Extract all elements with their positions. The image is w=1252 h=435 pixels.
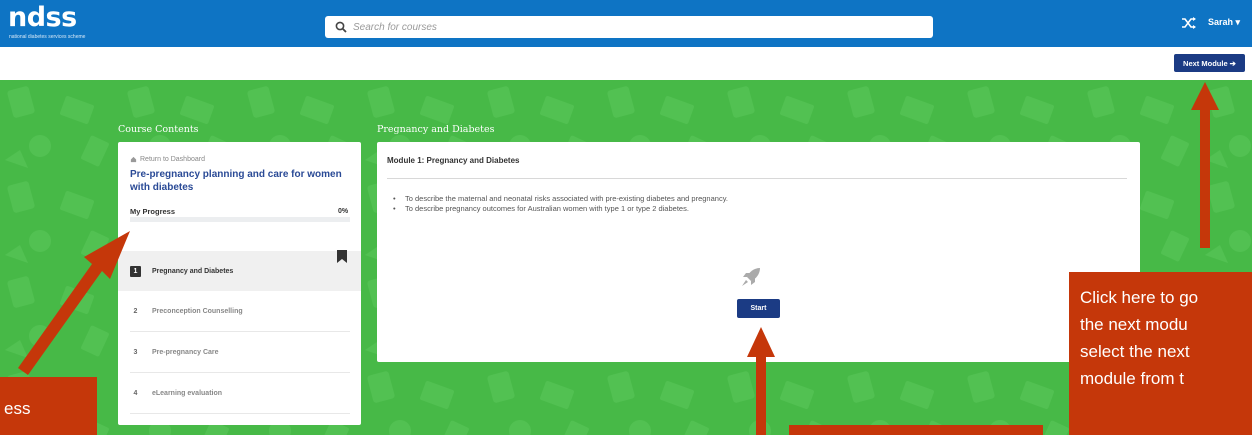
return-label: Return to Dashboard bbox=[140, 156, 205, 163]
next-module-button[interactable]: Next Module ➔ bbox=[1174, 54, 1245, 72]
logo-tagline: national diabetes services scheme bbox=[9, 34, 86, 40]
arrow-up-icon bbox=[747, 327, 775, 435]
divider bbox=[130, 413, 350, 414]
callout-line: ess bbox=[4, 399, 31, 418]
module-item-2[interactable]: 2 Preconception Counselling bbox=[118, 291, 361, 331]
progress-callout: ess bbox=[0, 377, 97, 435]
callout-line: module from t bbox=[1080, 369, 1184, 388]
instruction-callout: Click here to go the next modu select th… bbox=[1069, 272, 1252, 435]
caret-down-icon: ▾ bbox=[1235, 17, 1241, 27]
callout-line: Click here to go bbox=[1080, 288, 1199, 307]
objective-item: To describe pregnancy outcomes for Austr… bbox=[393, 204, 689, 213]
section-heading: Pregnancy and Diabetes bbox=[377, 124, 495, 135]
course-title: Pre-pregnancy planning and care for wome… bbox=[130, 169, 342, 193]
sub-toolbar bbox=[0, 47, 1252, 80]
home-icon bbox=[130, 156, 137, 163]
ndss-logo[interactable]: ndss bbox=[8, 4, 77, 31]
module-label: Pregnancy and Diabetes bbox=[152, 267, 234, 275]
module-label: eLearning evaluation bbox=[152, 389, 223, 397]
return-to-dashboard-link[interactable]: Return to Dashboard bbox=[130, 156, 205, 163]
module-label: Pre-pregnancy Care bbox=[152, 348, 219, 356]
objective-item: To describe the maternal and neonatal ri… bbox=[393, 194, 728, 203]
progress-bar bbox=[130, 217, 350, 222]
module-item-1[interactable]: 1 Pregnancy and Diabetes bbox=[118, 251, 361, 291]
user-menu[interactable]: Sarah ▾ bbox=[1208, 17, 1240, 28]
module-item-4[interactable]: 4 eLearning evaluation bbox=[118, 373, 361, 413]
next-module-label: Next Module bbox=[1183, 58, 1228, 68]
arrow-diagonal-icon bbox=[18, 231, 130, 375]
arrow-up-icon bbox=[1191, 82, 1219, 248]
search-bar[interactable] bbox=[325, 16, 933, 38]
callout-line: select the next bbox=[1080, 342, 1190, 361]
bookmark-icon[interactable] bbox=[337, 250, 347, 263]
progress-label: My Progress bbox=[130, 207, 176, 216]
callout-line: the next modu bbox=[1080, 315, 1188, 334]
user-name: Sarah bbox=[1208, 17, 1234, 27]
start-button[interactable]: Start bbox=[737, 299, 780, 318]
arrow-right-icon: ➔ bbox=[1229, 58, 1236, 68]
module-item-3[interactable]: 3 Pre-pregnancy Care bbox=[118, 332, 361, 372]
start-callout bbox=[789, 425, 1043, 435]
search-input[interactable] bbox=[353, 18, 913, 36]
top-navbar: ndss national diabetes services scheme S… bbox=[0, 0, 1252, 47]
module-number: 4 bbox=[133, 389, 138, 397]
divider bbox=[387, 178, 1127, 179]
search-icon bbox=[335, 21, 347, 33]
progress-percent: 0% bbox=[338, 208, 349, 215]
rocket-icon bbox=[742, 268, 760, 286]
course-contents-panel: Return to Dashboard Pre-pregnancy planni… bbox=[118, 142, 361, 425]
module-label: Preconception Counselling bbox=[152, 307, 243, 315]
shuffle-icon[interactable] bbox=[1180, 15, 1198, 31]
module-title: Module 1: Pregnancy and Diabetes bbox=[387, 156, 520, 165]
course-contents-heading: Course Contents bbox=[118, 124, 199, 135]
